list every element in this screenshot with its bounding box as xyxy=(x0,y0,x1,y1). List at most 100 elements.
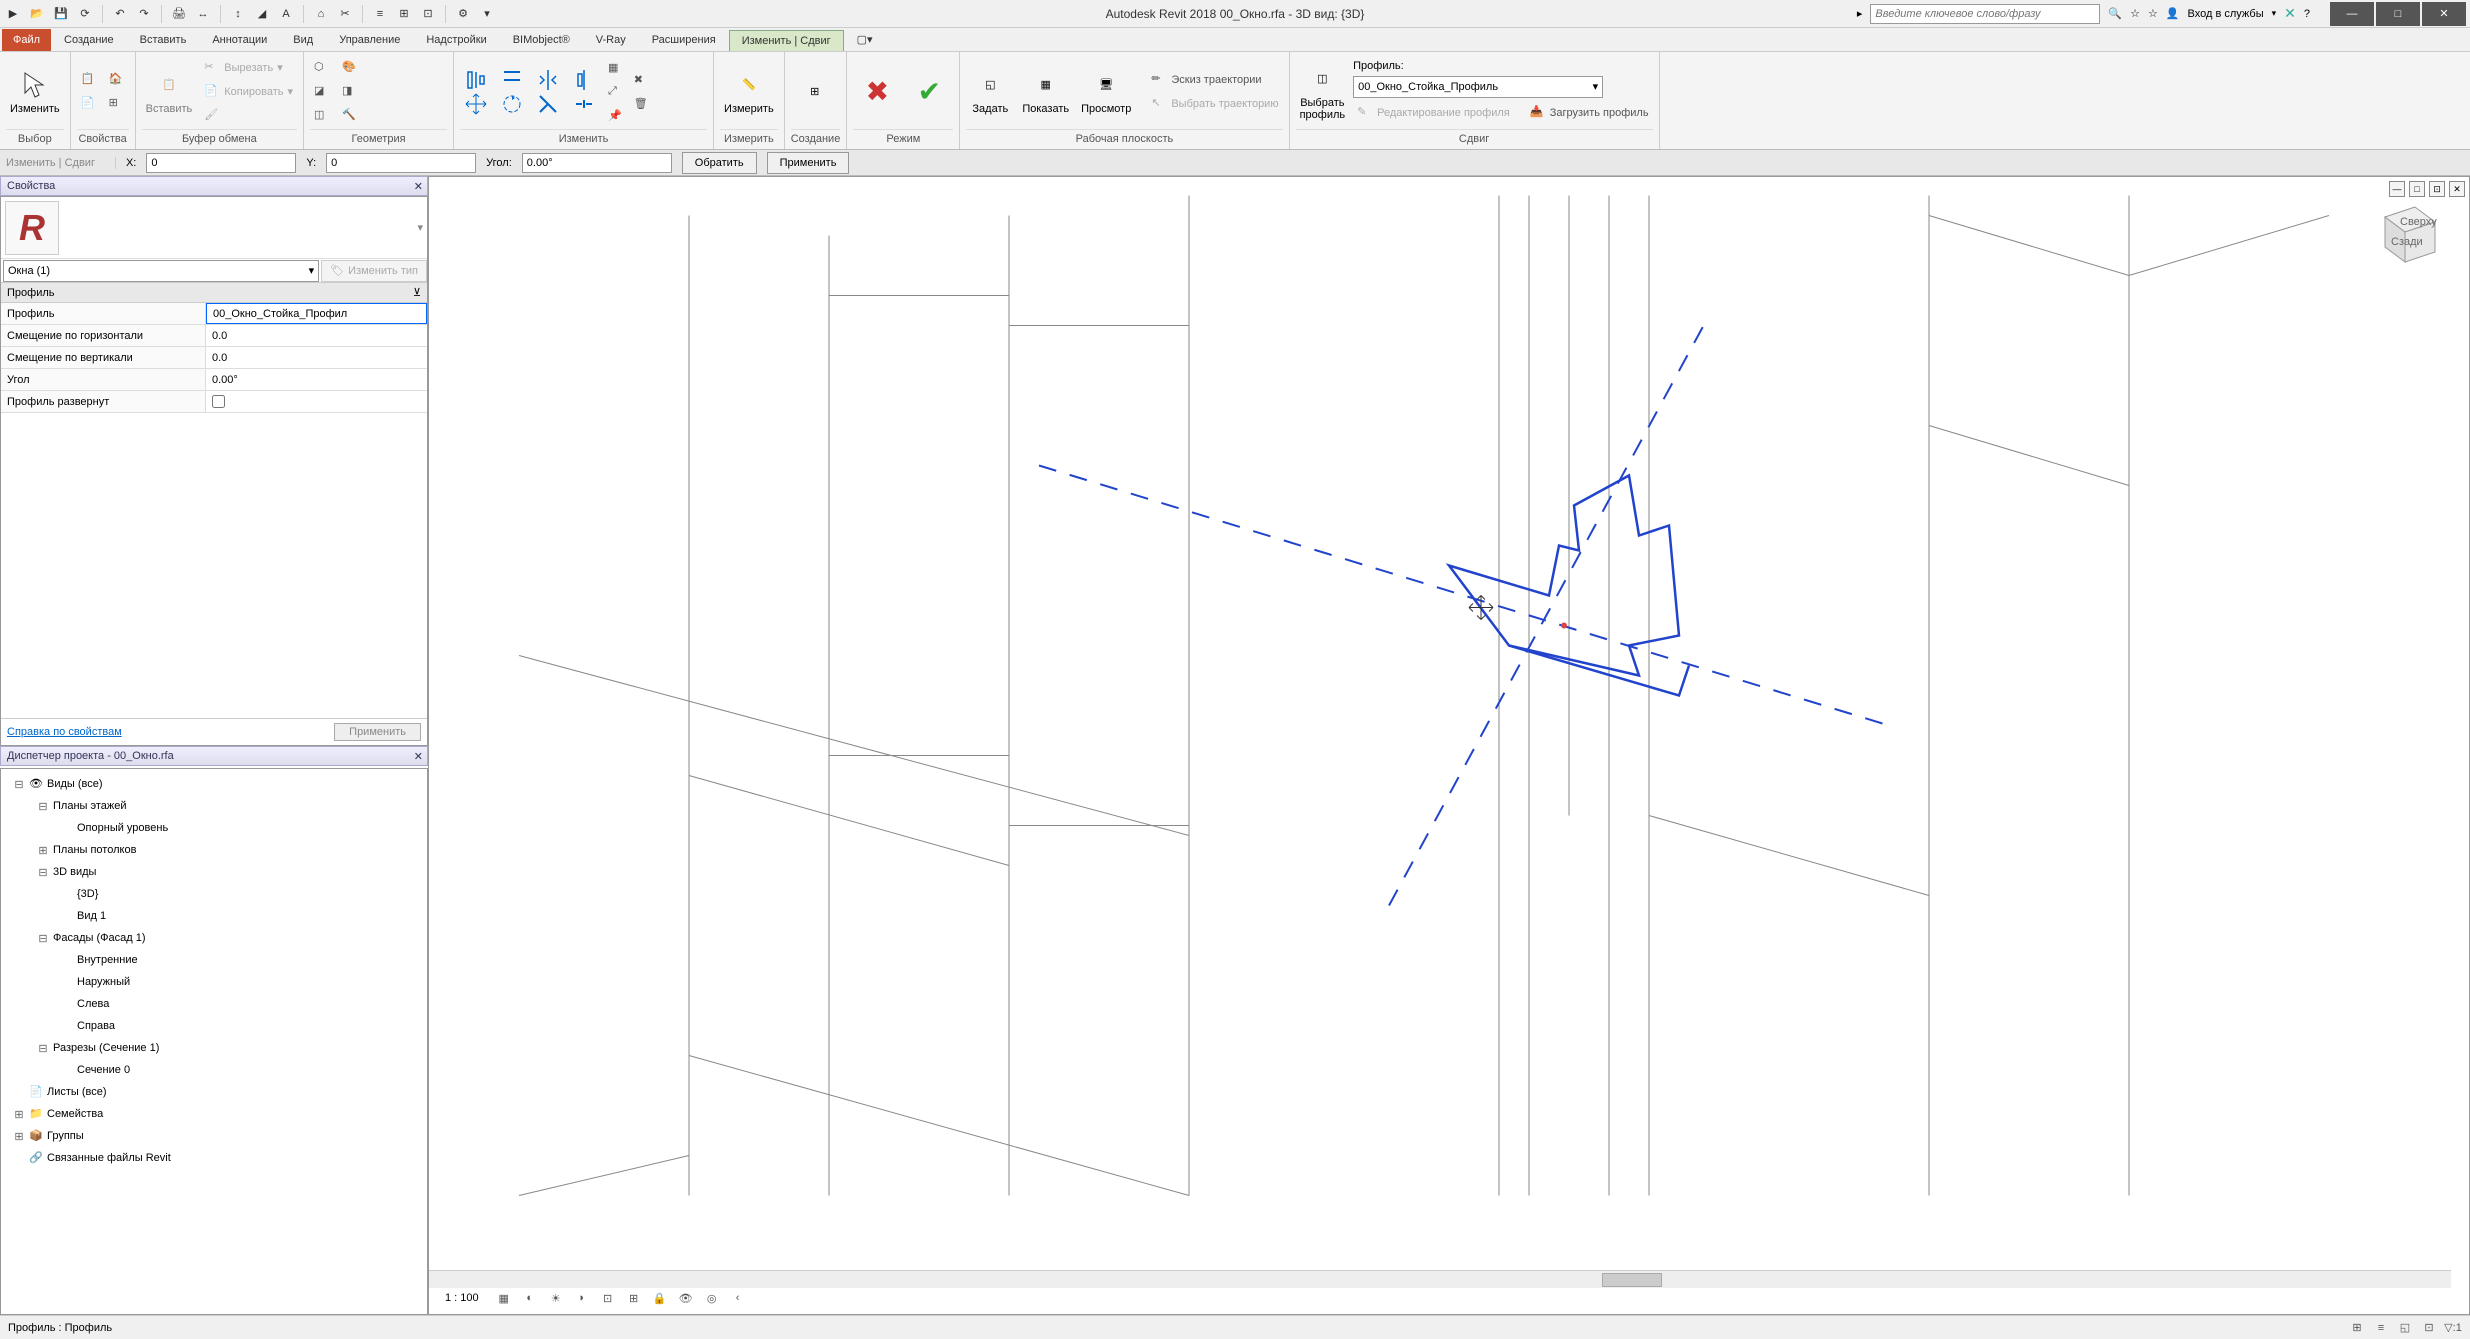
measure-button[interactable]: 📏 Измерить xyxy=(720,67,778,117)
sketch-path-button[interactable]: ✏Эскиз траектории xyxy=(1147,69,1282,91)
section-icon[interactable]: ✂ xyxy=(336,5,354,23)
props-apply-button[interactable]: Применить xyxy=(334,723,421,741)
angle-input[interactable] xyxy=(522,153,672,173)
tree-toggle-icon[interactable]: ⊟ xyxy=(37,866,49,879)
favorite-icon[interactable]: ☆ xyxy=(2148,7,2158,20)
dropdown-icon[interactable]: ▾ xyxy=(478,5,496,23)
move-btn[interactable] xyxy=(460,93,492,115)
tree-item[interactable]: Вид 1 xyxy=(5,905,423,927)
dimension-icon[interactable]: ↕ xyxy=(229,5,247,23)
tag-icon[interactable]: ◢ xyxy=(253,5,271,23)
switch-icon[interactable]: ⊡ xyxy=(419,5,437,23)
tree-item[interactable]: ⊞📦Группы xyxy=(5,1125,423,1147)
create-button[interactable]: ⊞ xyxy=(791,74,839,110)
props-help-link[interactable]: Справка по свойствам xyxy=(7,726,122,738)
rotate-btn[interactable] xyxy=(496,93,528,115)
property-value[interactable]: 0.0 xyxy=(206,325,427,346)
exchange-icon[interactable]: ✕ xyxy=(2284,5,2296,22)
select-profile-button[interactable]: ◫ Выбрать профиль xyxy=(1296,61,1350,123)
tree-toggle-icon[interactable]: ⊞ xyxy=(13,1108,25,1121)
array-btn[interactable]: ▦ xyxy=(604,57,626,79)
sun-path-icon[interactable]: ☀ xyxy=(547,1289,565,1307)
tab-manage[interactable]: Управление xyxy=(326,29,413,51)
prop-group-profile[interactable]: Профиль ⊻ xyxy=(1,283,427,303)
visual-style-icon[interactable]: ◐ xyxy=(521,1289,539,1307)
filter-icon[interactable]: ▽:1 xyxy=(2444,1319,2462,1337)
search-icon[interactable]: 🔍 xyxy=(2108,7,2122,20)
login-label[interactable]: Вход в службы xyxy=(2188,8,2264,20)
show-button[interactable]: ▦ Показать xyxy=(1018,67,1073,117)
undo-icon[interactable]: ↶ xyxy=(111,5,129,23)
tree-item[interactable]: Слева xyxy=(5,993,423,1015)
tab-vray[interactable]: V-Ray xyxy=(583,29,639,51)
split-btn[interactable] xyxy=(568,93,600,115)
tree-item[interactable]: ⊟Фасады (Фасад 1) xyxy=(5,927,423,949)
tree-toggle-icon[interactable]: ⊟ xyxy=(37,1042,49,1055)
edit-type-button[interactable]: 🏷 Изменить тип xyxy=(321,260,427,282)
cut-geom-btn[interactable]: ◪ xyxy=(310,81,334,103)
tab-annotate[interactable]: Аннотации xyxy=(199,29,280,51)
paint-btn[interactable]: 🎨 xyxy=(338,57,362,79)
family-cat-btn[interactable]: ⊞ xyxy=(105,93,129,115)
minimize-button[interactable]: — xyxy=(2330,2,2374,26)
family-types-btn[interactable]: 🏠 xyxy=(105,69,129,91)
edit-profile-button[interactable]: ✎Редактирование профиля xyxy=(1353,102,1514,124)
tree-item[interactable]: Внутренние xyxy=(5,949,423,971)
3d-icon[interactable]: ⌂ xyxy=(312,5,330,23)
tab-extensions[interactable]: Расширения xyxy=(639,29,729,51)
join-btn[interactable]: ◫ xyxy=(310,105,334,127)
properties-btn[interactable]: 📋 xyxy=(77,69,101,91)
tab-create[interactable]: Создание xyxy=(51,29,127,51)
trim-btn[interactable] xyxy=(532,93,564,115)
x-input[interactable] xyxy=(146,153,296,173)
load-profile-button[interactable]: 📥Загрузить профиль xyxy=(1526,102,1653,124)
tree-item[interactable]: ⊞Планы потолков xyxy=(5,839,423,861)
thin-lines-icon[interactable]: ≡ xyxy=(371,5,389,23)
lock-icon[interactable]: 🔒 xyxy=(651,1289,669,1307)
tree-item[interactable]: 📄Листы (все) xyxy=(5,1081,423,1103)
viewer-button[interactable]: 🖥 Просмотр xyxy=(1077,67,1135,117)
property-value[interactable]: 0.00° xyxy=(206,369,427,390)
chevron-icon[interactable]: ‹ xyxy=(729,1289,747,1307)
settings-icon[interactable]: ⚙ xyxy=(454,5,472,23)
app-menu-icon[interactable]: ▶ xyxy=(4,5,22,23)
property-value[interactable]: 00_Окно_Стойка_Профил xyxy=(206,303,427,324)
close-icon[interactable]: ✕ xyxy=(414,750,423,763)
tab-collapse[interactable]: ▢▾ xyxy=(844,28,886,51)
tab-bimobject[interactable]: BIMobject® xyxy=(500,29,583,51)
type-chevron-icon[interactable]: ▾ xyxy=(417,221,423,234)
measure-icon[interactable]: ↔ xyxy=(194,5,212,23)
copy-button[interactable]: 📄Копировать ▾ xyxy=(200,81,297,103)
tree-item[interactable]: {3D} xyxy=(5,883,423,905)
tree-toggle-icon[interactable]: ⊞ xyxy=(37,844,49,857)
match-button[interactable]: 🖌 xyxy=(200,105,297,127)
tree-item[interactable]: ⊟👁Виды (все) xyxy=(5,773,423,795)
cope-btn[interactable]: ⬡ xyxy=(310,57,334,79)
maximize-button[interactable]: □ xyxy=(2376,2,2420,26)
view-close-icon[interactable]: ✕ xyxy=(2449,181,2465,197)
scroll-thumb[interactable] xyxy=(1602,1273,1662,1287)
tree-item[interactable]: Наружный xyxy=(5,971,423,993)
3d-view-canvas[interactable]: — □ ⊡ ✕ xyxy=(428,176,2470,1315)
tree-item[interactable]: ⊟Планы этажей xyxy=(5,795,423,817)
browser-header[interactable]: Диспетчер проекта - 00_Окно.rfa ✕ xyxy=(0,746,428,766)
detail-level-icon[interactable]: ▦ xyxy=(495,1289,513,1307)
tree-item[interactable]: 🔗Связанные файлы Revit xyxy=(5,1147,423,1169)
apply-button[interactable]: Применить xyxy=(767,152,850,174)
modify-button[interactable]: Изменить xyxy=(6,67,64,117)
status-icon-4[interactable]: ⊡ xyxy=(2420,1319,2438,1337)
mirror-pick-btn[interactable] xyxy=(568,69,600,91)
offset-btn[interactable] xyxy=(496,69,528,91)
set-button[interactable]: ◱ Задать xyxy=(966,67,1014,117)
status-icon-2[interactable]: ≡ xyxy=(2372,1319,2390,1337)
tree-item[interactable]: Справа xyxy=(5,1015,423,1037)
tab-view[interactable]: Вид xyxy=(280,29,326,51)
tab-addins[interactable]: Надстройки xyxy=(413,29,499,51)
redo-icon[interactable]: ↷ xyxy=(135,5,153,23)
cancel-button[interactable]: ✖ xyxy=(853,74,901,110)
scale-btn[interactable]: ⤢ xyxy=(604,81,626,103)
tab-modify-sweep[interactable]: Изменить | Сдвиг xyxy=(729,30,844,51)
shadows-icon[interactable]: ◗ xyxy=(573,1289,591,1307)
y-input[interactable] xyxy=(326,153,476,173)
tree-item[interactable]: ⊞📁Семейства xyxy=(5,1103,423,1125)
